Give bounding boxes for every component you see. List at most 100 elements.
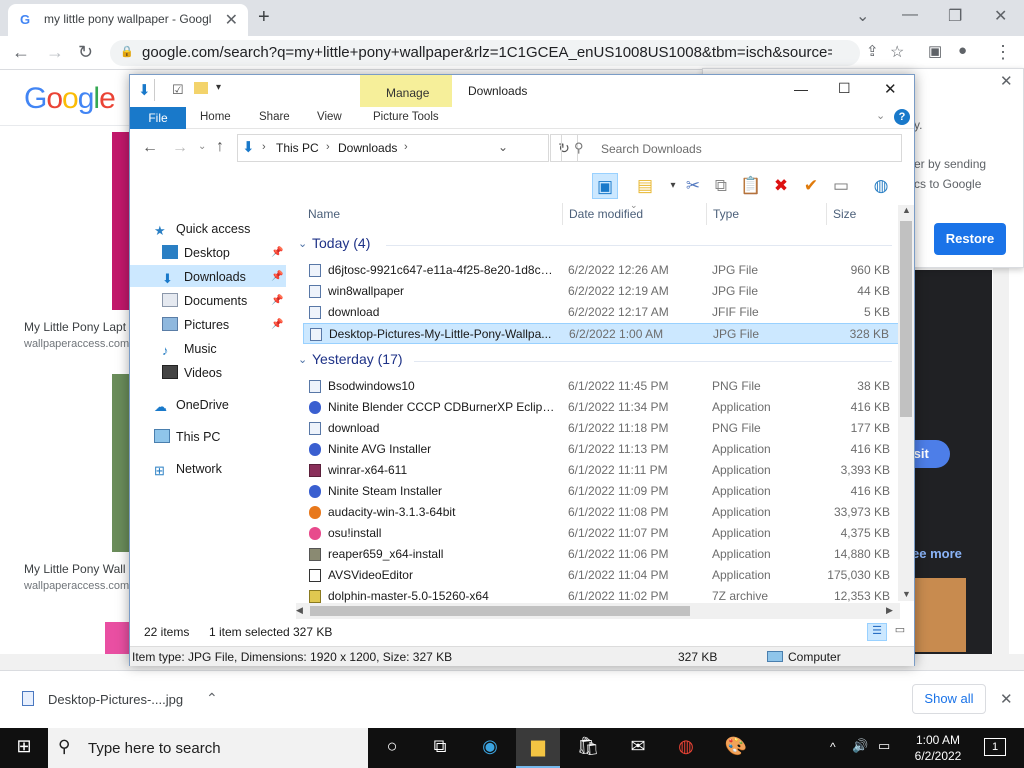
download-filename[interactable]: Desktop-Pictures-....jpg: [48, 692, 183, 707]
share-icon[interactable]: ⇪: [866, 42, 879, 60]
forward-icon[interactable]: →: [46, 42, 64, 63]
column-divider[interactable]: [562, 203, 563, 225]
close-icon[interactable]: ✕: [884, 80, 897, 98]
file-row[interactable]: d6jtosc-9921c647-e11a-4f25-8e20-1d8c0...…: [303, 260, 900, 281]
address-dropdown-icon[interactable]: ⌄: [498, 140, 508, 154]
close-download-bar-icon[interactable]: ✕: [1000, 690, 1013, 708]
menu-icon[interactable]: ⋮: [994, 42, 1012, 63]
notification-icon[interactable]: 1: [984, 738, 1006, 756]
copy-icon[interactable]: ⧉: [708, 173, 734, 199]
file-row[interactable]: Ninite Steam Installer 6/1/2022 11:09 PM A…: [303, 481, 900, 502]
scroll-left-icon[interactable]: ◀: [296, 605, 303, 616]
properties-icon[interactable]: ☑: [172, 82, 184, 98]
cut-icon[interactable]: ✂: [680, 173, 706, 199]
file-row[interactable]: audacity-win-3.1.3-64bit 6/1/2022 11:08 P…: [303, 502, 900, 523]
new-tab-icon[interactable]: +: [258, 6, 270, 29]
ribbon-tab-file[interactable]: File: [130, 107, 186, 129]
scroll-right-icon[interactable]: ▶: [886, 605, 893, 616]
show-all-button[interactable]: Show all: [912, 684, 986, 714]
up-icon[interactable]: ↑: [216, 138, 224, 156]
chevron-down-icon[interactable]: ⌄: [856, 6, 869, 26]
close-window-icon[interactable]: ✕: [994, 6, 1007, 26]
tray-chevron-icon[interactable]: ^: [830, 740, 836, 754]
help-icon[interactable]: ?: [894, 109, 910, 125]
back-icon[interactable]: ←: [142, 139, 158, 157]
result-thumbnail[interactable]: [112, 132, 130, 310]
store-icon[interactable]: 🛍: [574, 736, 602, 760]
column-divider[interactable]: [826, 203, 827, 225]
nav-this-pc[interactable]: This PC: [154, 426, 220, 448]
breadcrumb-downloads[interactable]: Downloads: [338, 141, 397, 155]
file-row[interactable]: download 6/2/2022 12:17 AM JFIF File 5 KB: [303, 302, 900, 323]
customize-qat-icon[interactable]: ▾: [216, 82, 221, 93]
expand-ribbon-icon[interactable]: ⌄: [876, 109, 885, 122]
file-row[interactable]: win8wallpaper 6/2/2022 12:19 AM JPG File 44…: [303, 281, 900, 302]
paint-icon[interactable]: 🎨: [722, 736, 750, 760]
browser-tab[interactable]: G my little pony wallpaper - Googl ✕: [8, 4, 248, 36]
folder-options-icon[interactable]: ▤: [632, 173, 658, 199]
ribbon-tab-view[interactable]: View: [317, 111, 342, 123]
nav-pictures[interactable]: Pictures: [162, 314, 229, 336]
minimize-icon[interactable]: —: [794, 81, 808, 97]
collapse-chevron-icon[interactable]: ⌄: [298, 237, 307, 250]
group-header-yesterday[interactable]: Yesterday (17): [312, 351, 403, 367]
file-row[interactable]: osu!install 6/1/2022 11:07 PM Application 4…: [303, 523, 900, 544]
nav-desktop[interactable]: Desktop: [162, 242, 230, 264]
rename-icon[interactable]: ▭: [828, 173, 854, 199]
file-row[interactable]: AVSVideoEditor 6/1/2022 11:04 PM Applicati…: [303, 565, 900, 586]
column-header-type[interactable]: Type: [713, 207, 739, 221]
pin-icon[interactable]: 📌: [271, 271, 283, 282]
scroll-down-icon[interactable]: ▼: [902, 589, 911, 599]
quick-access-download-icon[interactable]: ⬇: [138, 81, 151, 99]
nav-downloads[interactable]: ⬇ Downloads: [162, 266, 246, 288]
nav-onedrive[interactable]: ☁ OneDrive: [154, 394, 229, 416]
nav-music[interactable]: ♪ Music: [162, 338, 217, 360]
volume-icon[interactable]: 🔊: [852, 738, 868, 754]
google-logo[interactable]: Google: [24, 82, 116, 116]
side-panel-icon[interactable]: ▣: [928, 42, 942, 60]
profile-icon[interactable]: ●: [958, 42, 967, 59]
checkmark-icon[interactable]: ✔: [798, 173, 824, 199]
new-folder-icon[interactable]: [194, 82, 208, 94]
chevron-up-icon[interactable]: ⌃: [206, 690, 218, 707]
search-box[interactable]: ⚲ Search Downloads: [561, 134, 902, 162]
file-row[interactable]: Bsodwindows10 6/1/2022 11:45 PM PNG File 38…: [303, 376, 900, 397]
task-view-icon[interactable]: ⧉: [426, 736, 454, 760]
pin-icon[interactable]: 📌: [271, 319, 283, 330]
cortana-icon[interactable]: ○: [378, 736, 406, 760]
vertical-scroll-thumb[interactable]: [900, 221, 912, 417]
ribbon-tab-home[interactable]: Home: [200, 111, 231, 123]
bookmark-star-icon[interactable]: ☆: [890, 42, 904, 62]
details-view-icon[interactable]: ☰: [867, 623, 887, 641]
file-row[interactable]: Ninite AVG Installer 6/1/2022 11:13 PM App…: [303, 439, 900, 460]
file-row[interactable]: Ninite Blender CCCP CDBurnerXP Eclipse..…: [303, 397, 900, 418]
forward-icon[interactable]: →: [172, 139, 188, 157]
network-icon[interactable]: ▭: [878, 738, 890, 754]
address-bar[interactable]: 🔒 google.com/search?q=my+little+pony+wal…: [110, 40, 860, 66]
chrome-icon[interactable]: ◍: [672, 736, 700, 760]
close-tab-icon[interactable]: ✕: [225, 10, 238, 30]
column-header-size[interactable]: Size: [833, 207, 856, 221]
mail-icon[interactable]: ✉: [624, 736, 652, 760]
pin-icon[interactable]: 📌: [271, 295, 283, 306]
file-row[interactable]: download 6/1/2022 11:18 PM PNG File 177 KB: [303, 418, 900, 439]
file-row[interactable]: dolphin-master-5.0-15260-x64 6/1/2022 11:…: [303, 586, 900, 603]
file-row[interactable]: reaper659_x64-install 6/1/2022 11:06 PM Ap…: [303, 544, 900, 565]
column-header-name[interactable]: Name: [308, 207, 340, 221]
pin-icon[interactable]: 📌: [271, 247, 283, 258]
group-header-today[interactable]: Today (4): [312, 235, 370, 251]
paste-icon[interactable]: 📋: [738, 173, 764, 199]
back-icon[interactable]: ←: [12, 42, 30, 63]
column-divider[interactable]: [706, 203, 707, 225]
edge-icon[interactable]: ◉: [476, 736, 504, 760]
address-bar[interactable]: ⬇ › This PC › Downloads › ⌄: [237, 134, 549, 162]
nav-videos[interactable]: Videos: [162, 362, 222, 384]
file-row-selected[interactable]: Desktop-Pictures-My-Little-Pony-Wallpa..…: [303, 323, 900, 344]
restore-button[interactable]: Restore: [934, 223, 1006, 255]
scroll-up-icon[interactable]: ▲: [902, 205, 911, 215]
minimize-icon[interactable]: —: [902, 6, 918, 24]
nav-documents[interactable]: Documents: [162, 290, 247, 312]
ribbon-tab-share[interactable]: Share: [259, 111, 290, 123]
see-more-link[interactable]: ee more: [912, 546, 962, 561]
maximize-icon[interactable]: ☐: [838, 80, 851, 97]
